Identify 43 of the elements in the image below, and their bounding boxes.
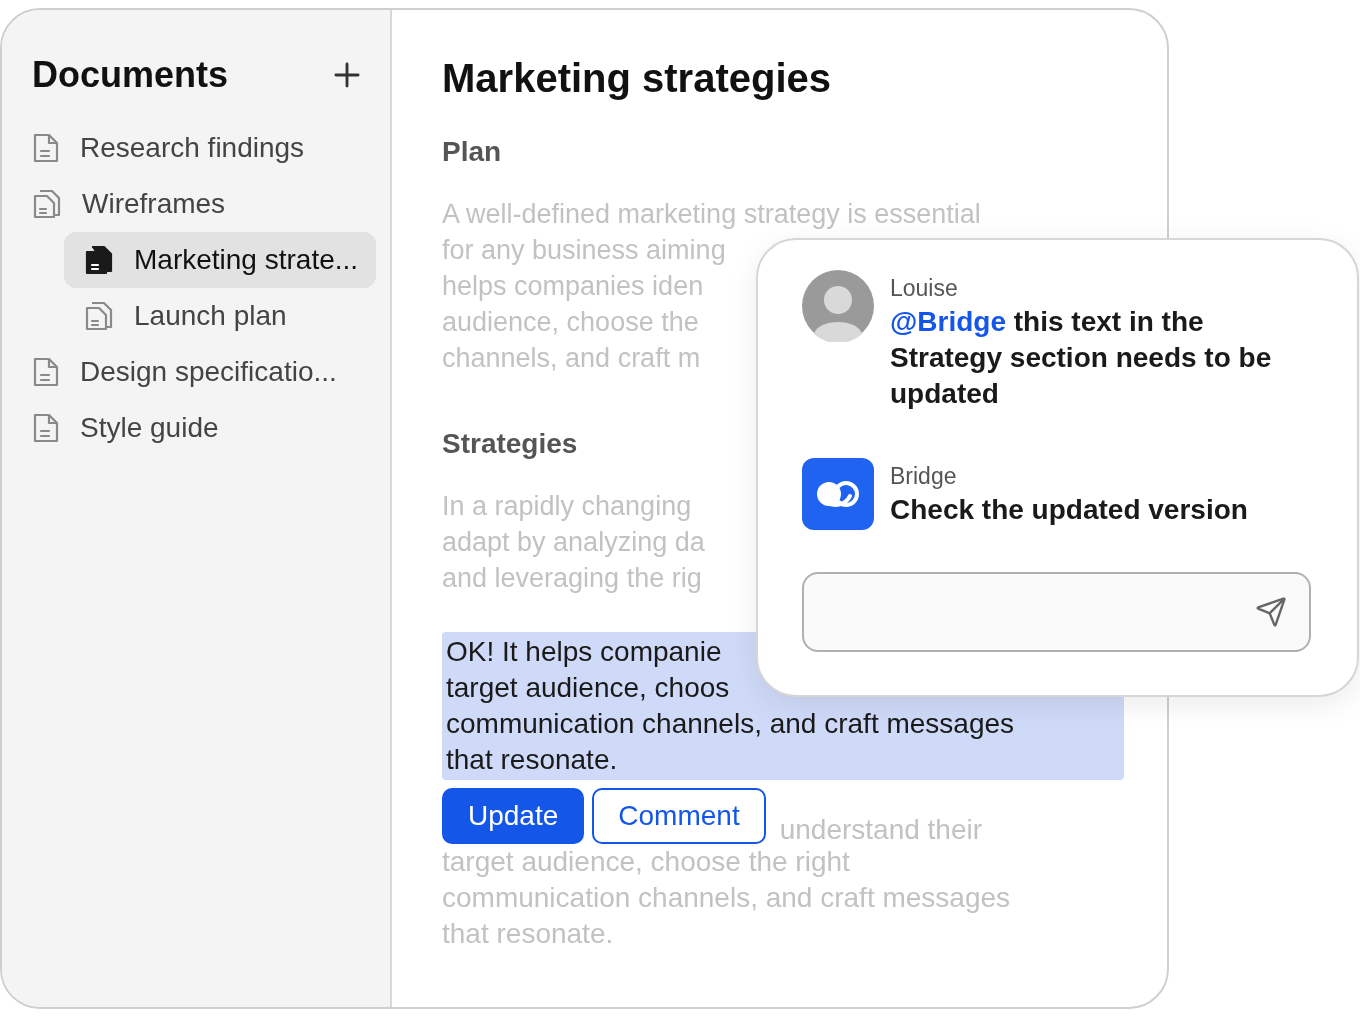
sidebar-title: Documents [32, 53, 229, 97]
paragraph-line: target audience, choos [446, 671, 730, 705]
paragraph-line: adapt by analyzing da [442, 526, 705, 559]
sidebar-item[interactable]: Style guide [32, 400, 376, 456]
paragraph-line: and leveraging the rig [442, 562, 702, 595]
paragraph-line: A well-defined marketing strategy is essential [442, 198, 981, 231]
section-heading: Strategies [442, 427, 579, 461]
paragraph-line: channels, and craft m [442, 342, 701, 375]
paragraph-line: In a rapidly changing [442, 490, 692, 523]
avatar-icon [802, 270, 874, 342]
paragraph-line: communication channels, and craft messages [442, 881, 1011, 915]
document-icon [32, 412, 60, 444]
documents-icon [84, 244, 114, 276]
update-button[interactable]: Update [442, 788, 585, 844]
comment-button[interactable]: Comment [592, 788, 766, 844]
reply-field[interactable] [802, 572, 1311, 652]
paragraph-line: helps companies iden [442, 270, 704, 303]
document-icon [32, 356, 60, 388]
paragraph-line: target audience, choose the right [442, 845, 850, 879]
sidebar-item[interactable]: Wireframes [32, 176, 376, 232]
comment-author: Bridge [890, 462, 958, 491]
paragraph-line: that resonate. [446, 743, 618, 777]
paragraph-line: that resonate. [442, 917, 614, 951]
sidebar-item[interactable]: Launch plan [64, 288, 376, 344]
sidebar-item[interactable]: Design specificatio... [32, 344, 376, 400]
document-icon [32, 132, 60, 164]
document-title: Marketing strategies [442, 55, 833, 102]
paragraph-line: communication channels, and craft messages [446, 707, 1015, 741]
send-icon[interactable] [1255, 596, 1287, 628]
sidebar-item[interactable]: Research findings [32, 120, 376, 176]
comment-text: @Bridge this text in the Strategy section needs to be updated [890, 305, 1273, 411]
paragraph-line: understand their [779, 813, 983, 847]
documents-icon [32, 188, 62, 220]
logo-icon [802, 458, 874, 530]
section-heading: Plan [442, 135, 503, 169]
paragraph-line: for any business aiming [442, 234, 726, 267]
documents-icon [84, 300, 114, 332]
comment-text: Check the updated version [890, 493, 1249, 527]
mention-link[interactable]: @Bridge [890, 306, 1006, 337]
sidebar-item[interactable]: Marketing strate... [64, 232, 376, 288]
comment-author: Louise [890, 274, 959, 303]
paragraph-line: audience, choose the [442, 306, 699, 339]
paragraph-line: OK! It helps companie [446, 635, 722, 669]
